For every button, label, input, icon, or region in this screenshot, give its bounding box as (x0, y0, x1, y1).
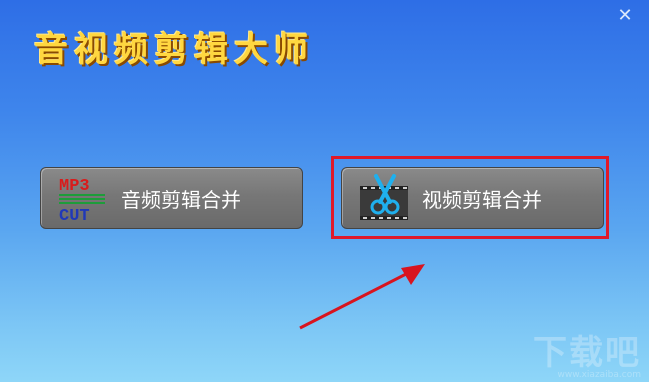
watermark-logo: 下载吧 (533, 333, 641, 373)
watermark: 下载吧 www.xiazaiba.com (533, 325, 641, 380)
film-scissors-icon (358, 172, 410, 224)
app-title: 音视频剪辑大师 (34, 30, 314, 70)
mp3-cut-icon: MP3 CUT (57, 172, 109, 226)
svg-text:CUT: CUT (59, 207, 90, 224)
close-icon[interactable]: ✕ (615, 6, 635, 26)
annotation-arrow (299, 264, 425, 330)
video-edit-merge-button[interactable]: 视频剪辑合并 (341, 167, 604, 229)
audio-edit-merge-button[interactable]: MP3 CUT 音频剪辑合并 (40, 167, 303, 229)
video-button-label: 视频剪辑合并 (422, 187, 542, 212)
svg-text:MP3: MP3 (59, 177, 90, 196)
audio-button-label: 音频剪辑合并 (121, 187, 241, 212)
